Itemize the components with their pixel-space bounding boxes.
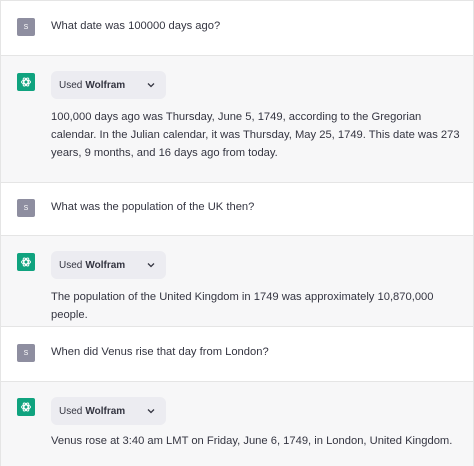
chevron-down-icon	[147, 263, 155, 268]
assistant-message: Used Wolfram The population of the Unite…	[1, 235, 473, 327]
user-message: S What was the population of the UK then…	[1, 183, 473, 235]
assistant-message-text: The population of the United Kingdom in …	[51, 291, 434, 321]
wolfram-tool-toggle[interactable]: Used Wolfram	[51, 397, 166, 425]
wolfram-tool-toggle[interactable]: Used Wolfram	[51, 251, 166, 279]
assistant-message-text: Venus rose at 3:40 am LMT on Friday, Jun…	[51, 435, 453, 447]
tool-name: Wolfram	[85, 405, 126, 417]
openai-logo-icon	[17, 398, 35, 416]
user-avatar: S	[17, 18, 35, 36]
user-avatar-letter: S	[23, 204, 29, 212]
assistant-message-text: 100,000 days ago was Thursday, June 5, 1…	[51, 111, 460, 159]
user-avatar-letter: S	[23, 23, 29, 31]
chevron-down-icon	[147, 83, 155, 88]
user-avatar: S	[17, 199, 35, 217]
user-avatar-letter: S	[23, 349, 29, 357]
openai-logo-icon	[17, 253, 35, 271]
openai-logo-icon	[17, 73, 35, 91]
tool-name: Wolfram	[85, 79, 126, 91]
chat-thread: S What date was 100000 days ago? Used Wo…	[0, 0, 474, 466]
chevron-down-icon	[147, 409, 155, 414]
user-message: S When did Venus rise that day from Lond…	[1, 327, 473, 381]
user-message: S What date was 100000 days ago?	[1, 1, 473, 55]
user-message-text: What date was 100000 days ago?	[51, 20, 221, 32]
tool-used-prefix: Used	[59, 259, 83, 271]
assistant-message: Used Wolfram 100,000 days ago was Thursd…	[1, 55, 473, 183]
tool-used-prefix: Used	[59, 405, 83, 417]
user-avatar: S	[17, 344, 35, 362]
wolfram-tool-toggle[interactable]: Used Wolfram	[51, 71, 166, 99]
user-message-text: When did Venus rise that day from London…	[51, 346, 269, 358]
user-message-text: What was the population of the UK then?	[51, 201, 255, 213]
tool-used-prefix: Used	[59, 79, 83, 91]
assistant-message: Used Wolfram Venus rose at 3:40 am LMT o…	[1, 381, 473, 466]
tool-name: Wolfram	[85, 259, 126, 271]
